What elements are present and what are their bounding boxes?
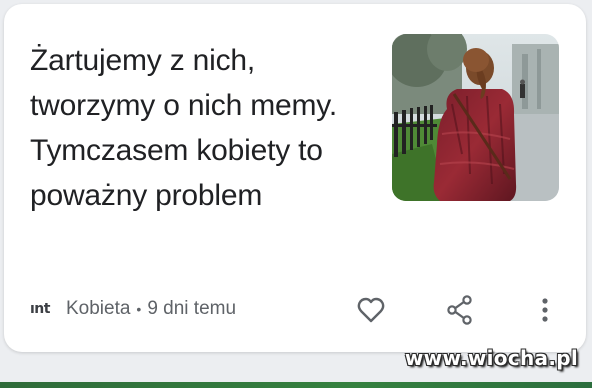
like-button[interactable] bbox=[353, 292, 389, 328]
next-card-edge bbox=[0, 382, 592, 388]
more-options-button[interactable] bbox=[527, 292, 563, 328]
meta-separator: • bbox=[136, 301, 142, 317]
source-logo: ınt bbox=[30, 301, 50, 317]
article-headline[interactable]: Żartujemy z nich, tworzymy o nich memy. … bbox=[30, 38, 350, 218]
article-meta: ınt Kobieta • 9 dni temu bbox=[30, 294, 236, 324]
more-vert-icon bbox=[542, 298, 548, 322]
publish-time: 9 dni temu bbox=[147, 298, 237, 319]
article-thumbnail[interactable] bbox=[392, 34, 559, 201]
share-icon bbox=[447, 295, 472, 325]
source-name[interactable]: Kobieta bbox=[66, 298, 130, 320]
share-button[interactable] bbox=[442, 292, 478, 328]
heart-outline-icon bbox=[357, 297, 385, 323]
news-card[interactable]: Żartujemy z nich, tworzymy o nich memy. … bbox=[4, 4, 586, 352]
thumbnail-photo-image bbox=[392, 34, 559, 201]
watermark: www.wiocha.pl bbox=[404, 346, 578, 370]
